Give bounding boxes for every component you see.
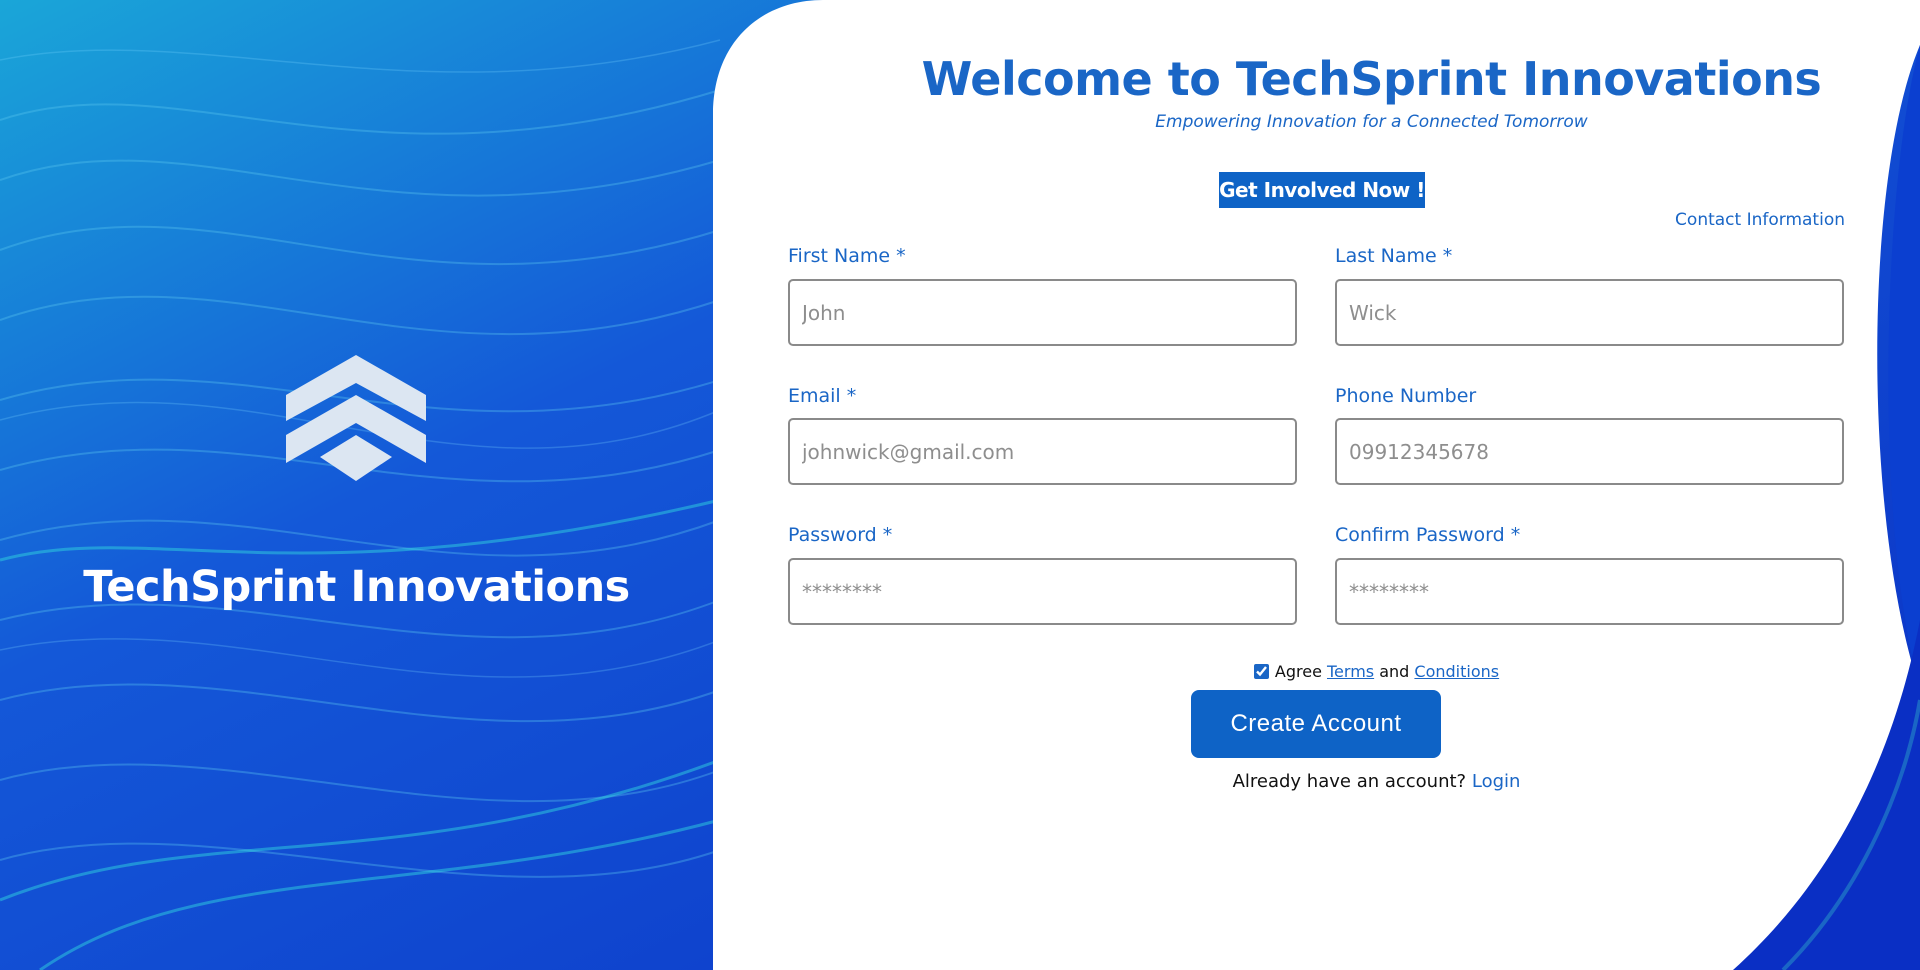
confirm-password-input[interactable] xyxy=(1335,558,1844,625)
conditions-link[interactable]: Conditions xyxy=(1414,662,1499,681)
login-link[interactable]: Login xyxy=(1472,771,1521,792)
contact-information-link[interactable]: Contact Information xyxy=(1675,210,1845,230)
terms-link[interactable]: Terms xyxy=(1327,662,1374,681)
phone-number-input[interactable] xyxy=(1335,418,1844,485)
card-background xyxy=(713,0,1920,970)
email-input[interactable] xyxy=(788,418,1297,485)
first-name-input[interactable] xyxy=(788,279,1297,346)
create-account-button[interactable]: Create Account xyxy=(1191,690,1441,758)
email-label: Email * xyxy=(788,385,857,407)
page-subtitle: Empowering Innovation for a Connected To… xyxy=(1155,112,1588,132)
last-name-input[interactable] xyxy=(1335,279,1844,346)
login-prompt-text: Already have an account? xyxy=(1232,771,1467,792)
brand-hero: TechSprint Innovations xyxy=(0,0,713,970)
get-involved-button[interactable]: Get Involved Now ! xyxy=(1219,172,1425,208)
agree-checkbox[interactable] xyxy=(1253,664,1269,679)
password-input[interactable] xyxy=(788,558,1297,625)
agree-prefix: Agree xyxy=(1274,662,1322,681)
signup-card: Welcome to TechSprint Innovations Empowe… xyxy=(713,0,1920,970)
agree-and: and xyxy=(1379,662,1410,681)
password-label: Password * xyxy=(788,524,893,546)
phone-number-label: Phone Number xyxy=(1335,385,1477,407)
first-name-label: First Name * xyxy=(788,245,906,267)
agree-terms-row: Agree Terms and Conditions xyxy=(713,662,1920,681)
login-prompt-row: Already have an account? Login xyxy=(713,771,1920,792)
chevron-stack-logo-icon xyxy=(286,355,426,481)
brand-name: TechSprint Innovations xyxy=(83,562,630,612)
confirm-password-label: Confirm Password * xyxy=(1335,524,1521,546)
last-name-label: Last Name * xyxy=(1335,245,1453,267)
page-title: Welcome to TechSprint Innovations xyxy=(921,52,1822,106)
